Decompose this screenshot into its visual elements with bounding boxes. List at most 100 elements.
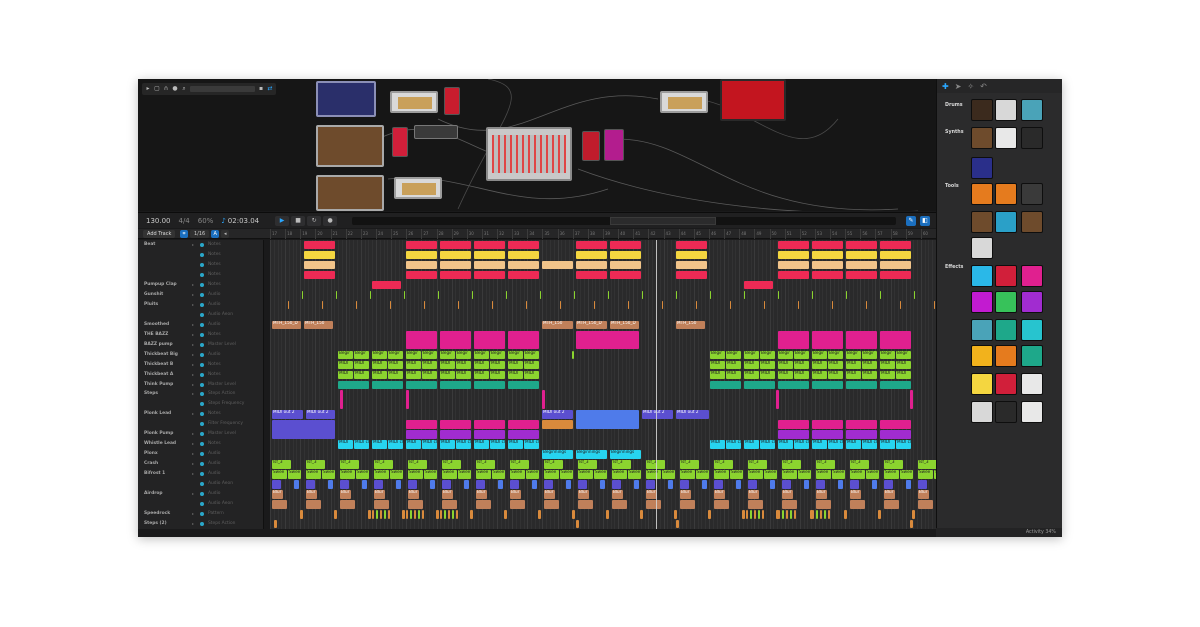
- clip[interactable]: [702, 480, 707, 489]
- lane-dot-icon[interactable]: [200, 512, 204, 517]
- stop-icon[interactable]: ■: [291, 215, 306, 226]
- clip[interactable]: [542, 390, 545, 409]
- clip[interactable]: MIDI: [846, 440, 861, 449]
- clip[interactable]: MIDI: [422, 370, 437, 379]
- clip[interactable]: [642, 290, 643, 300]
- graph-search-input[interactable]: [190, 86, 255, 92]
- expand-arrow-icon[interactable]: ▸: [192, 282, 194, 287]
- clip[interactable]: [406, 250, 437, 260]
- search-icon[interactable]: ⌕: [181, 86, 187, 92]
- clip[interactable]: MIDI clip 4: [524, 440, 539, 449]
- clip[interactable]: [458, 300, 459, 310]
- clip[interactable]: [374, 480, 383, 489]
- clip[interactable]: [372, 510, 374, 519]
- track-row[interactable]: Audio Aeon: [138, 499, 264, 509]
- clip[interactable]: [676, 270, 707, 280]
- clip[interactable]: MIDI: [778, 360, 793, 370]
- clip[interactable]: MIDI: [812, 370, 827, 379]
- clip[interactable]: [572, 510, 575, 519]
- clip[interactable]: MIDI: [440, 440, 455, 449]
- clip[interactable]: MIDI out 2: [642, 410, 673, 419]
- clip[interactable]: Swee: [680, 470, 695, 479]
- clip[interactable]: [322, 300, 323, 310]
- clip[interactable]: [440, 241, 471, 250]
- clip[interactable]: Begir: [524, 350, 539, 360]
- track-row[interactable]: Pluits ▸ Audio: [138, 300, 264, 310]
- clip[interactable]: [538, 510, 541, 519]
- drum-kit-tile[interactable]: [1021, 99, 1043, 121]
- clip[interactable]: [714, 480, 723, 489]
- clip[interactable]: [576, 520, 579, 529]
- clip[interactable]: MIDI: [744, 440, 759, 449]
- effect-tile-8[interactable]: [995, 319, 1017, 341]
- clip[interactable]: [304, 250, 335, 260]
- mixer-device[interactable]: [486, 127, 572, 181]
- clip[interactable]: lsf_3: [408, 460, 427, 469]
- clip[interactable]: [508, 250, 539, 260]
- clip[interactable]: MIDI: [726, 360, 741, 370]
- clip[interactable]: Swee: [578, 470, 593, 479]
- track-row[interactable]: Gunshit ▸ Audio: [138, 290, 264, 300]
- clip[interactable]: [820, 510, 822, 519]
- lane-dot-icon[interactable]: [200, 422, 204, 427]
- overview-viewport[interactable]: [610, 217, 716, 225]
- plus-icon[interactable]: ✚: [942, 82, 949, 91]
- clip[interactable]: Swee: [900, 470, 913, 479]
- clip[interactable]: Blur: [714, 490, 725, 499]
- clip[interactable]: [406, 390, 409, 409]
- clip[interactable]: [778, 510, 780, 519]
- clip[interactable]: [880, 330, 911, 350]
- clip[interactable]: [846, 250, 877, 260]
- clip[interactable]: MIDI: [354, 360, 369, 370]
- clip[interactable]: MIDI: [338, 370, 353, 379]
- clip[interactable]: [304, 270, 335, 280]
- clip[interactable]: [710, 290, 711, 300]
- clip[interactable]: [578, 480, 587, 489]
- clip[interactable]: [846, 241, 877, 250]
- clip[interactable]: [472, 290, 473, 300]
- clip[interactable]: [812, 260, 843, 270]
- clip[interactable]: MIDI clip 4: [354, 440, 369, 449]
- amp-device[interactable]: [720, 79, 786, 121]
- clip[interactable]: [576, 241, 607, 250]
- clip[interactable]: lsf_3: [340, 460, 359, 469]
- clip[interactable]: MIDI: [710, 360, 725, 370]
- pencil-icon[interactable]: ✎: [906, 216, 916, 226]
- clip[interactable]: [744, 380, 775, 389]
- clip[interactable]: [880, 270, 911, 280]
- clip[interactable]: MIDI: [524, 360, 539, 370]
- clip[interactable]: MIDI: [406, 360, 421, 370]
- lane-dot-icon[interactable]: [200, 312, 204, 317]
- clip[interactable]: [288, 300, 289, 310]
- clip[interactable]: MIDI: [456, 370, 471, 379]
- lane-dot-icon[interactable]: [200, 362, 204, 367]
- clip[interactable]: [406, 270, 437, 280]
- expand-arrow-icon[interactable]: ▸: [192, 342, 194, 347]
- clip[interactable]: lsf_3: [306, 460, 325, 469]
- clip[interactable]: Beginnings: [610, 450, 641, 459]
- clip[interactable]: [574, 290, 575, 300]
- clip[interactable]: [328, 480, 333, 489]
- clip[interactable]: Begir: [760, 350, 775, 360]
- module-graph[interactable]: ▸ ▢ ∩ ● ⌕ ▪ ⇄: [138, 79, 936, 211]
- clip[interactable]: [272, 500, 287, 509]
- clip[interactable]: [374, 500, 389, 509]
- clip[interactable]: [594, 300, 595, 310]
- track-row[interactable]: Plonk Lead ▸ Notes: [138, 409, 264, 419]
- clip[interactable]: Swee: [526, 470, 539, 479]
- clip[interactable]: [408, 480, 417, 489]
- clip[interactable]: [676, 241, 707, 250]
- track-row[interactable]: Airdrop ▸ Audio: [138, 489, 264, 499]
- clip[interactable]: [608, 290, 609, 300]
- clip[interactable]: lsf_3: [442, 460, 461, 469]
- clip[interactable]: [334, 510, 337, 519]
- clip[interactable]: [452, 510, 454, 519]
- clip[interactable]: Swee: [356, 470, 369, 479]
- expand-arrow-icon[interactable]: ▸: [192, 332, 194, 337]
- expand-arrow-icon[interactable]: ▸: [192, 302, 194, 307]
- clip[interactable]: [372, 380, 403, 389]
- clip[interactable]: MIDI: [440, 360, 455, 370]
- clip[interactable]: [764, 300, 765, 310]
- clip[interactable]: [440, 420, 471, 429]
- clip[interactable]: [676, 520, 679, 529]
